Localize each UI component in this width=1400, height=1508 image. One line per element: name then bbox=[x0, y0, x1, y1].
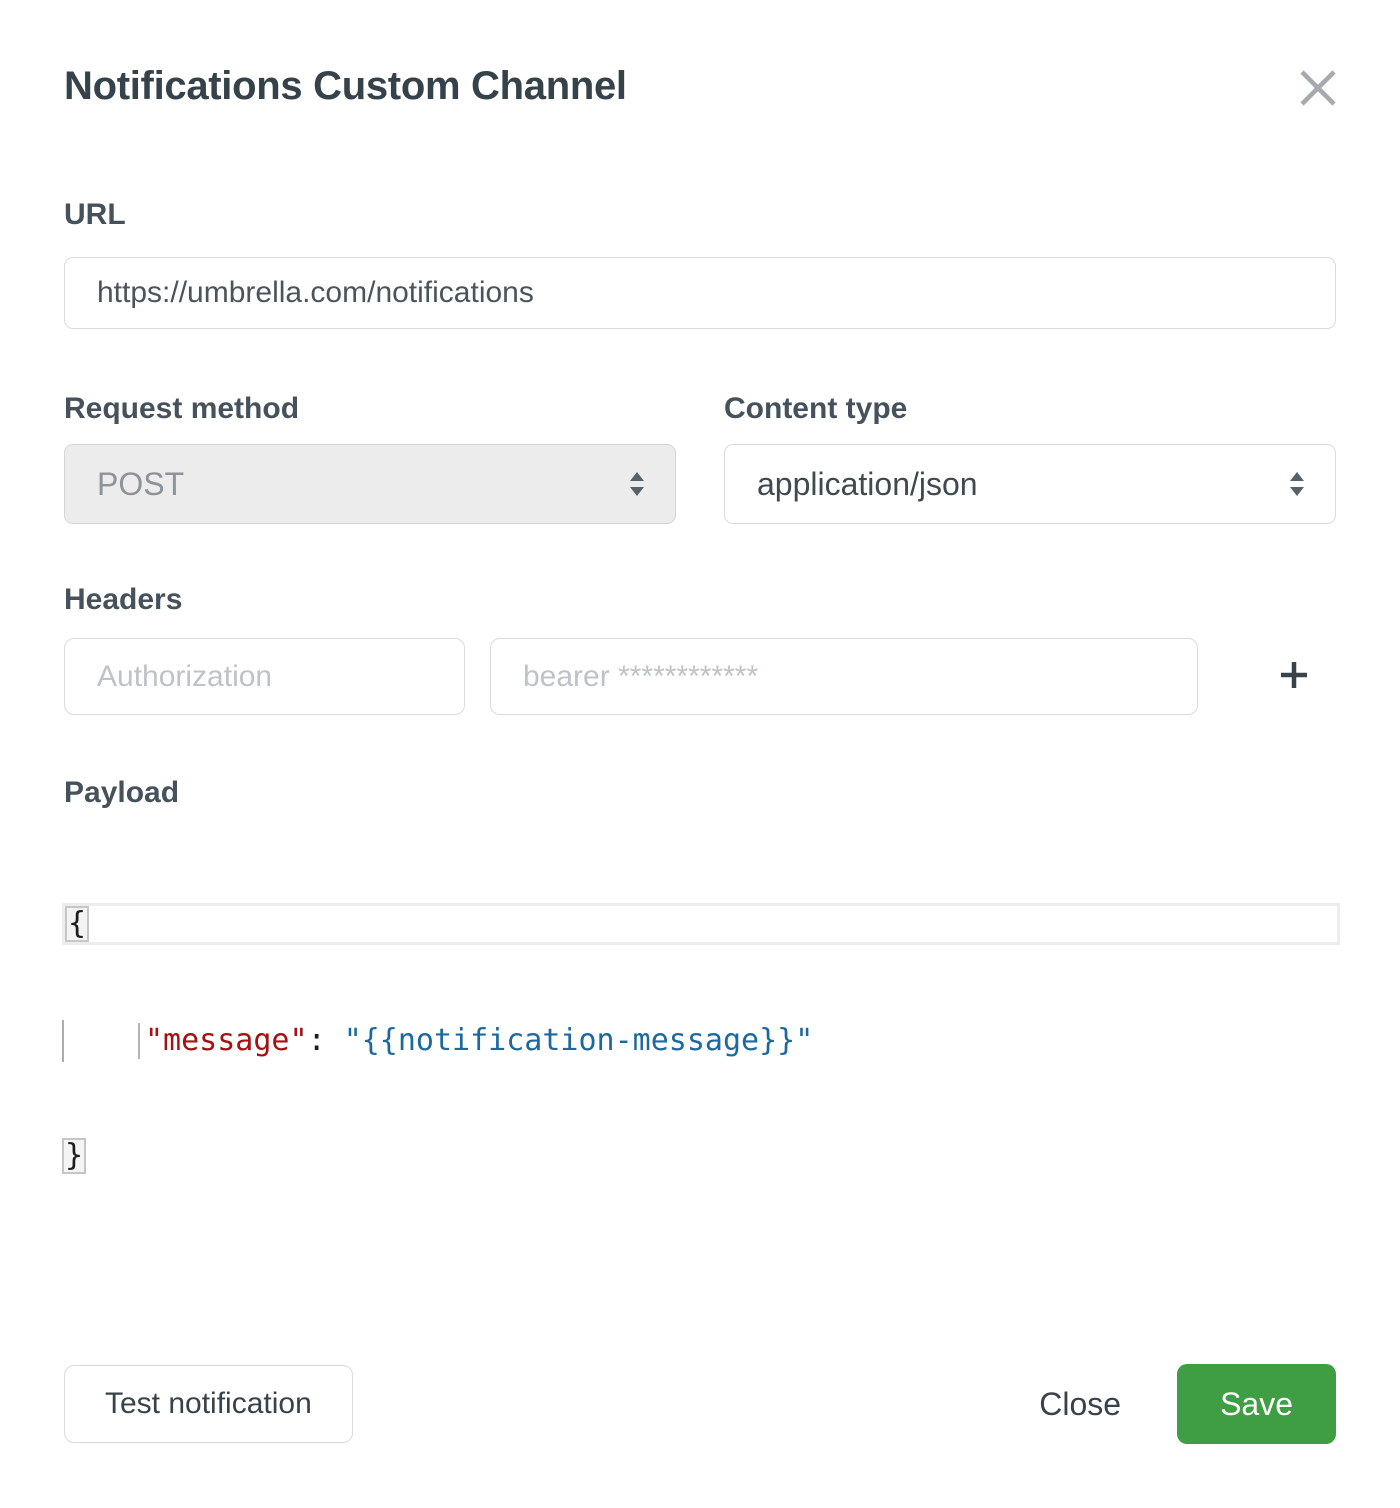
test-notification-button[interactable]: Test notification bbox=[64, 1365, 353, 1443]
content-type-value: application/json bbox=[757, 466, 978, 503]
url-input[interactable] bbox=[64, 257, 1336, 329]
dialog-footer: Test notification Close Save bbox=[64, 1364, 1336, 1444]
header-value-input[interactable] bbox=[490, 638, 1198, 715]
code-line: } bbox=[62, 1137, 1336, 1175]
payload-label: Payload bbox=[64, 777, 1336, 809]
header-name-input[interactable] bbox=[64, 638, 465, 715]
payload-editor[interactable]: { "message": "{{notification-message}}" … bbox=[62, 827, 1336, 1251]
url-label: URL bbox=[64, 199, 1336, 231]
method-content-row: Request method POST Content type applica… bbox=[64, 393, 1336, 524]
close-dialog-button[interactable]: Close bbox=[1039, 1386, 1121, 1423]
chevron-updown-icon bbox=[1285, 466, 1309, 502]
code-key: "message" bbox=[145, 1022, 308, 1060]
content-type-field: Content type application/json bbox=[724, 393, 1336, 524]
code-colon: : bbox=[308, 1022, 344, 1060]
add-header-button[interactable] bbox=[1268, 651, 1320, 703]
chevron-updown-icon bbox=[625, 466, 649, 502]
request-method-label: Request method bbox=[64, 393, 676, 425]
code-line: { bbox=[62, 903, 1340, 945]
url-field: URL bbox=[64, 199, 1336, 329]
header-row bbox=[64, 638, 1336, 715]
content-type-label: Content type bbox=[724, 393, 1336, 425]
plus-icon bbox=[1279, 660, 1309, 693]
save-button[interactable]: Save bbox=[1177, 1364, 1336, 1444]
payload-field: Payload { "message": "{{notification-mes… bbox=[64, 777, 1336, 1251]
code-line: "message": "{{notification-message}}" bbox=[62, 1021, 1336, 1061]
notifications-custom-channel-dialog: Notifications Custom Channel URL Request… bbox=[0, 0, 1400, 1508]
dialog-header: Notifications Custom Channel bbox=[64, 62, 1336, 115]
headers-label: Headers bbox=[64, 584, 1336, 616]
close-button[interactable] bbox=[1294, 64, 1342, 115]
content-type-select[interactable]: application/json bbox=[724, 444, 1336, 524]
dialog-title: Notifications Custom Channel bbox=[64, 62, 627, 110]
code-value: "{{notification-message}}" bbox=[344, 1022, 814, 1060]
close-icon bbox=[1298, 96, 1338, 111]
open-brace: { bbox=[65, 906, 89, 942]
close-brace: } bbox=[62, 1138, 86, 1174]
request-method-value: POST bbox=[97, 466, 184, 503]
request-method-field: Request method POST bbox=[64, 393, 676, 524]
request-method-select[interactable]: POST bbox=[64, 444, 676, 524]
headers-field: Headers bbox=[64, 584, 1336, 715]
